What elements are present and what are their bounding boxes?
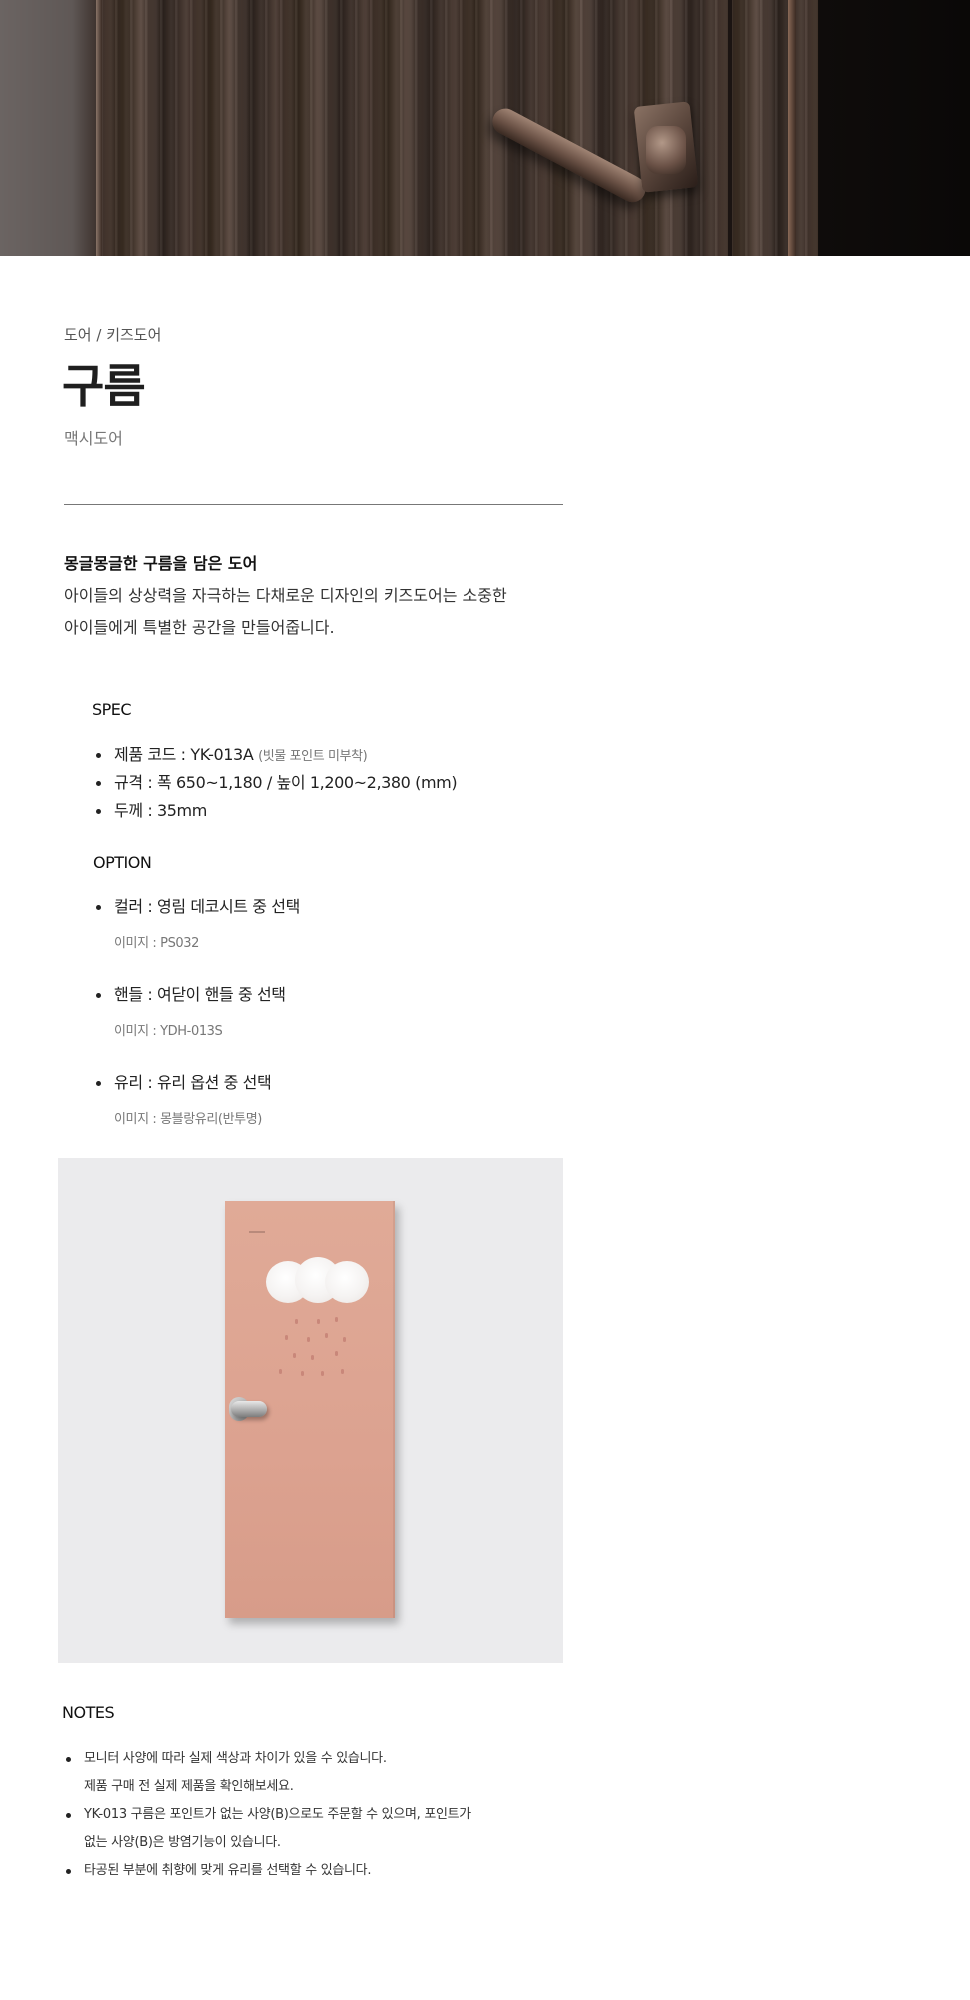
- spec-item: 제품 코드 : YK-013A (빗물 포인트 미부착): [92, 741, 457, 769]
- cloud-window-icon: [325, 1261, 369, 1303]
- raindrop-icon: [301, 1371, 304, 1376]
- intro-description: 아이들의 상상력을 자극하는 다채로운 디자인의 키즈도어는 소중한 아이들에게…: [64, 580, 584, 644]
- option-item-text: 컬러 : 영림 데코시트 중 선택: [114, 897, 300, 916]
- note-item: 타공된 부분에 취향에 맞게 유리를 선택할 수 있습니다.: [64, 1857, 584, 1885]
- spec-item-note: (빗물 포인트 미부착): [258, 749, 368, 764]
- option-title: OPTION: [93, 853, 152, 872]
- spec-title: SPEC: [92, 700, 132, 719]
- product-brand: 맥시도어: [64, 429, 123, 448]
- intro-headline: 몽글몽글한 구름을 담은 도어: [64, 554, 258, 573]
- option-item: 유리 : 유리 옵션 중 선택 이미지 : 몽블랑유리(반투명): [92, 1069, 300, 1157]
- option-item-image-ref: 이미지 : YDH-013S: [114, 1024, 223, 1039]
- raindrop-icon: [325, 1333, 328, 1338]
- raindrop-icon: [311, 1355, 314, 1360]
- raindrop-icon: [317, 1319, 320, 1324]
- spec-item-text: 두께 : 35mm: [114, 801, 207, 820]
- door-frame-right: [788, 0, 796, 256]
- wood-grain-door: [100, 0, 818, 256]
- spec-item: 규격 : 폭 650~1,180 / 높이 1,200~2,380 (mm): [92, 769, 458, 797]
- raindrop-icon: [295, 1319, 298, 1324]
- option-item: 컬러 : 영림 데코시트 중 선택 이미지 : PS032: [92, 893, 300, 981]
- spec-item-text: 제품 코드 : YK-013A: [114, 745, 254, 764]
- product-title: 구름: [62, 359, 146, 413]
- raindrop-icon: [293, 1353, 296, 1358]
- door-handle-icon: [231, 1401, 267, 1417]
- note-line: 모니터 사양에 따라 실제 색상과 차이가 있을 수 있습니다.: [84, 1751, 387, 1766]
- option-item-image-ref: 이미지 : PS032: [114, 936, 200, 951]
- note-line: YK-013 구름은 포인트가 없는 사양(B)으로도 주문할 수 있으며, 포…: [84, 1807, 471, 1822]
- product-photo: [58, 1158, 563, 1663]
- breadcrumb: 도어 / 키즈도어: [64, 326, 162, 344]
- option-item-text: 유리 : 유리 옵션 중 선택: [114, 1073, 272, 1092]
- raindrop-icon: [343, 1337, 346, 1342]
- raindrop-icon: [335, 1351, 338, 1356]
- notes-list: 모니터 사양에 따라 실제 색상과 차이가 있을 수 있습니다. 제품 구매 전…: [64, 1745, 584, 1885]
- notes-title: NOTES: [62, 1703, 115, 1722]
- intro-line: 아이들에게 특별한 공간을 만들어줍니다.: [64, 618, 335, 637]
- intro-line: 아이들의 상상력을 자극하는 다채로운 디자인의 키즈도어는 소중한: [64, 586, 507, 605]
- option-item-image-ref: 이미지 : 몽블랑유리(반투명): [114, 1112, 262, 1127]
- note-line: 없는 사양(B)은 방염기능이 있습니다.: [84, 1835, 281, 1850]
- note-item: YK-013 구름은 포인트가 없는 사양(B)으로도 주문할 수 있으며, 포…: [64, 1801, 584, 1857]
- door-gap: [728, 0, 732, 256]
- spec-list: 제품 코드 : YK-013A (빗물 포인트 미부착) 규격 : 폭 650~…: [92, 741, 458, 825]
- spec-item-text: 규격 : 폭 650~1,180 / 높이 1,200~2,380 (mm): [114, 773, 458, 792]
- note-item: 모니터 사양에 따라 실제 색상과 차이가 있을 수 있습니다. 제품 구매 전…: [64, 1745, 584, 1801]
- option-item-text: 핸들 : 여닫이 핸들 중 선택: [114, 985, 286, 1004]
- door-frame-left: [96, 0, 102, 256]
- brand-mark: [249, 1231, 265, 1233]
- raindrop-icon: [335, 1317, 338, 1322]
- hero-image: [0, 0, 970, 256]
- raindrop-icon: [321, 1371, 324, 1376]
- handle-neck: [646, 126, 686, 174]
- raindrop-icon: [279, 1369, 282, 1374]
- option-list: 컬러 : 영림 데코시트 중 선택 이미지 : PS032 핸들 : 여닫이 핸…: [92, 893, 300, 1157]
- spec-item: 두께 : 35mm: [92, 797, 457, 825]
- divider: [64, 504, 563, 505]
- raindrop-icon: [341, 1369, 344, 1374]
- raindrop-icon: [307, 1337, 310, 1342]
- raindrop-icon: [285, 1335, 288, 1340]
- note-line: 제품 구매 전 실제 제품을 확인해보세요.: [84, 1779, 294, 1794]
- option-item: 핸들 : 여닫이 핸들 중 선택 이미지 : YDH-013S: [92, 981, 300, 1069]
- note-line: 타공된 부분에 취향에 맞게 유리를 선택할 수 있습니다.: [84, 1863, 372, 1878]
- pink-door: [225, 1201, 395, 1618]
